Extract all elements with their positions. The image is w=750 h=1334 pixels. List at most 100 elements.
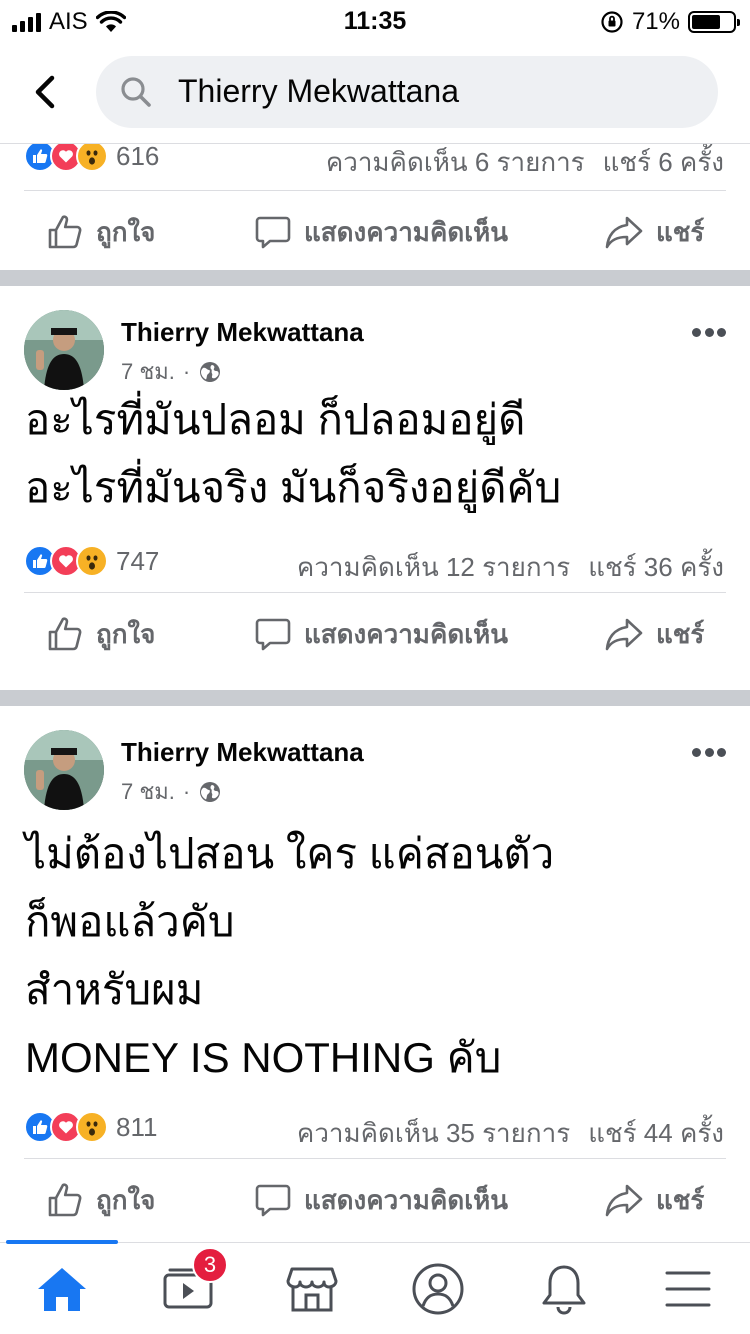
tab-marketplace[interactable] (282, 1259, 342, 1319)
post-author[interactable]: Thierry Mekwattana (121, 737, 364, 768)
reactions-summary[interactable]: 747 (24, 545, 159, 577)
back-button[interactable] (26, 72, 66, 112)
post-stats: 811 ความคิดเห็น 35 รายการ แชร์ 44 ครั้ง (0, 1102, 750, 1152)
share-icon (605, 1184, 643, 1217)
comment-icon (255, 1184, 291, 1217)
post-divider (0, 690, 750, 706)
reaction-count: 811 (116, 1111, 158, 1142)
post-actions: ถูกใจ แสดงความคิดเห็น แชร์ (0, 1160, 750, 1240)
comment-button[interactable]: แสดงความคิดเห็น (254, 594, 508, 674)
tab-profile[interactable] (408, 1259, 468, 1319)
post-time[interactable]: 7 ชม. (121, 354, 175, 389)
profile-icon (412, 1263, 464, 1315)
comment-label: แสดงความคิดเห็น (304, 618, 509, 649)
wow-reaction-icon (76, 1111, 108, 1143)
separator (24, 1158, 726, 1159)
share-label: แชร์ (656, 618, 705, 649)
post-text-line: MONEY IS NOTHING คับ (25, 1034, 502, 1081)
battery-percent: 71% (631, 8, 680, 35)
avatar[interactable] (24, 730, 104, 810)
rotation-lock-icon (601, 11, 623, 33)
active-tab-indicator (6, 1240, 118, 1244)
tab-video[interactable]: 3 (158, 1247, 228, 1319)
post-stats: 747 ความคิดเห็น 12 รายการ แชร์ 36 ครั้ง (0, 536, 750, 586)
bell-icon (542, 1265, 586, 1315)
status-bar: AIS 11:35 71% (0, 0, 750, 42)
thumbs-up-icon (48, 617, 82, 651)
avatar[interactable] (24, 310, 104, 390)
post-stat-counts: ความคิดเห็น 6 รายการ แชร์ 6 ครั้ง (326, 142, 724, 183)
post-text-line: ก็พอแล้วคับ (25, 898, 235, 945)
post-text-line: อะไรที่มันปลอม ก็ปลอมอยู่ดี (25, 396, 526, 443)
share-count[interactable]: แชร์ 36 ครั้ง (588, 552, 724, 582)
post-stat-counts: ความคิดเห็น 35 รายการ แชร์ 44 ครั้ง (297, 1113, 724, 1154)
post-previous-footer: 616 ความคิดเห็น 6 รายการ แชร์ 6 ครั้ง ถูก… (0, 140, 750, 272)
battery-icon (688, 11, 740, 33)
more-options-icon[interactable] (692, 328, 726, 338)
share-icon (605, 216, 643, 249)
globe-icon (200, 361, 221, 382)
marketplace-icon (286, 1267, 338, 1312)
comment-icon (255, 216, 291, 249)
avatar-image (24, 730, 104, 810)
more-options-icon[interactable] (692, 748, 726, 758)
post-divider (0, 270, 750, 286)
share-count[interactable]: แชร์ 6 ครั้ง (603, 147, 724, 177)
share-label: แชร์ (656, 1184, 705, 1215)
post-author[interactable]: Thierry Mekwattana (121, 317, 364, 348)
like-button[interactable]: ถูกใจ (46, 1160, 155, 1240)
comment-count[interactable]: ความคิดเห็น 35 รายการ (297, 1118, 570, 1148)
status-right: 71% (600, 8, 740, 36)
reaction-count: 616 (116, 140, 160, 171)
post-text: ไม่ต้องไปสอน ใคร แค่สอนตัว ก็พอแล้วคับ ส… (25, 820, 554, 1092)
globe-icon (200, 781, 221, 802)
comment-label: แสดงความคิดเห็น (304, 1184, 509, 1215)
comment-icon (255, 618, 291, 651)
separator (24, 592, 726, 593)
like-label: ถูกใจ (96, 216, 156, 247)
reactions-summary[interactable]: 811 (24, 1111, 157, 1143)
meta-dot: · (182, 358, 191, 384)
home-icon (38, 1268, 86, 1311)
search-icon (121, 77, 151, 107)
share-button[interactable]: แชร์ (604, 192, 704, 272)
like-button[interactable]: ถูกใจ (46, 594, 155, 674)
post-time[interactable]: 7 ชม. (121, 774, 175, 809)
share-button[interactable]: แชร์ (604, 594, 704, 674)
video-notification-badge: 3 (192, 1247, 228, 1283)
feed: 616 ความคิดเห็น 6 รายการ แชร์ 6 ครั้ง ถูก… (0, 140, 750, 1266)
tab-notifications[interactable] (534, 1259, 594, 1319)
reactions-summary[interactable]: 616 (24, 140, 159, 172)
tab-home[interactable] (32, 1259, 92, 1319)
search-input[interactable]: Thierry Mekwattana (96, 56, 718, 128)
share-button[interactable]: แชร์ (604, 1160, 704, 1240)
post-meta: 7 ชม. · (121, 774, 222, 809)
share-label: แชร์ (656, 216, 705, 247)
comment-button[interactable]: แสดงความคิดเห็น (254, 192, 508, 272)
chevron-left-icon (35, 75, 55, 109)
comment-count[interactable]: ความคิดเห็น 12 รายการ (297, 552, 570, 582)
post-actions: ถูกใจ แสดงความคิดเห็น แชร์ (0, 594, 750, 674)
wow-reaction-icon (76, 545, 108, 577)
thumbs-up-icon (48, 1183, 82, 1217)
wow-reaction-icon (76, 140, 108, 172)
comment-label: แสดงความคิดเห็น (304, 216, 509, 247)
search-query: Thierry Mekwattana (178, 73, 459, 109)
like-button[interactable]: ถูกใจ (46, 192, 155, 272)
post-text-line: สำหรับผม (25, 966, 204, 1013)
post-meta: 7 ชม. · (121, 354, 222, 389)
post-text: อะไรที่มันปลอม ก็ปลอมอยู่ดี อะไรที่มันจร… (25, 386, 561, 522)
menu-icon (665, 1271, 711, 1307)
battery-fill (692, 15, 721, 29)
like-label: ถูกใจ (96, 1184, 156, 1215)
thumbs-up-icon (48, 215, 82, 249)
post-text-line: ไม่ต้องไปสอน ใคร แค่สอนตัว (25, 830, 555, 877)
post-text-line: อะไรที่มันจริง มันก็จริงอยู่ดีคับ (25, 464, 562, 511)
comment-button[interactable]: แสดงความคิดเห็น (254, 1160, 508, 1240)
share-count[interactable]: แชร์ 44 ครั้ง (588, 1118, 724, 1148)
reaction-count: 747 (116, 545, 160, 576)
comment-count[interactable]: ความคิดเห็น 6 รายการ (326, 147, 585, 177)
post-card: Thierry Mekwattana 7 ชม. · ไม่ต้องไปสอน … (0, 706, 750, 1266)
tab-menu[interactable] (658, 1259, 718, 1319)
avatar-image (24, 310, 104, 390)
